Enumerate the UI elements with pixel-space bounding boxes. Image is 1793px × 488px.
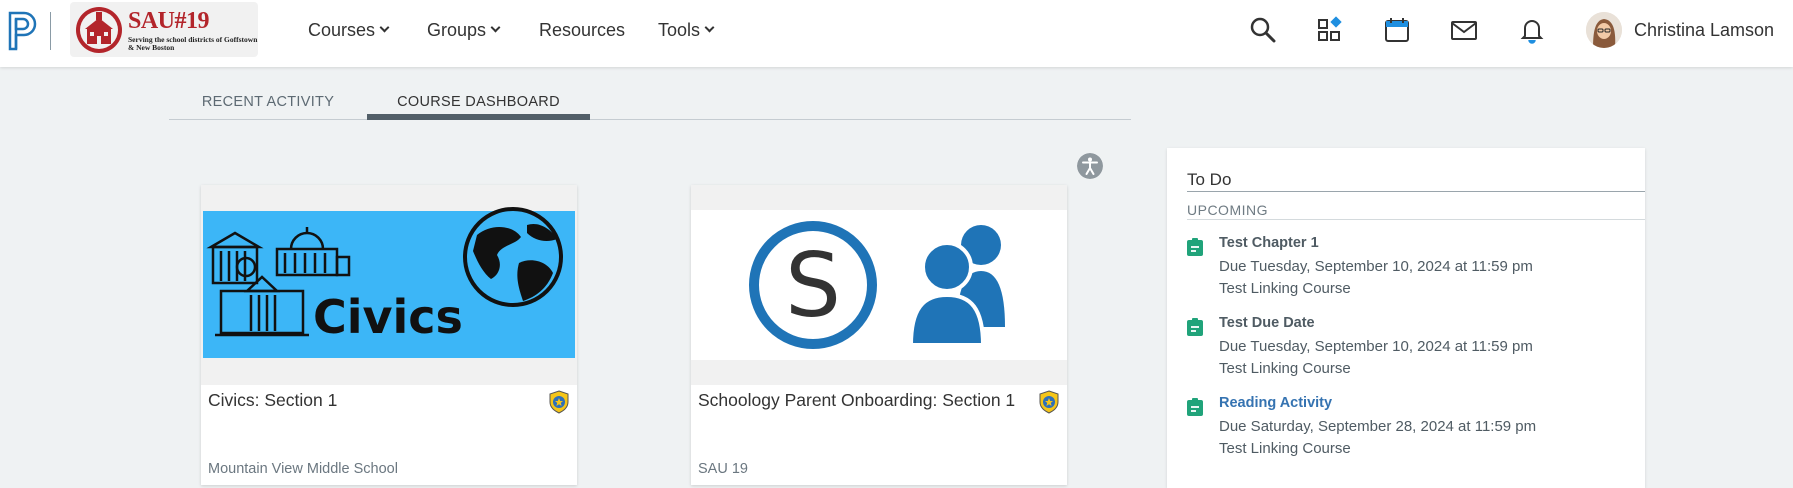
nav-resources-label: Resources [539,19,626,40]
course-title[interactable]: Schoology Parent Onboarding: Section 1 [698,390,1015,411]
school-logo-title: SAU#19 [128,8,210,34]
verified-badge-icon [1039,390,1059,414]
schoology-course-image: S [691,210,1067,360]
course-school: Mountain View Middle School [208,461,398,477]
divider [1187,191,1645,192]
course-card-civics[interactable]: Civics Civics: Section 1 Mountain View M… [201,185,577,485]
user-avatar-icon [1586,12,1622,48]
tab-course-dashboard-label: COURSE DASHBOARD [397,94,560,110]
schoology-s-letter: S [785,234,841,337]
assignment-icon [1187,318,1203,336]
nav-tools[interactable]: Tools [658,0,715,60]
school-logo-subtitle: Serving the school districts of Goffstow… [128,35,258,52]
bell-icon[interactable] [1517,15,1547,45]
nav-groups-label: Groups [427,19,487,40]
calendar-icon[interactable] [1382,15,1412,45]
school-logo[interactable]: SAU#19 Serving the school districts of G… [70,2,258,57]
todo-item-due: Due Saturday, September 28, 2024 at 11:5… [1219,418,1537,435]
search-icon[interactable] [1248,15,1278,45]
todo-item-course: Test Linking Course [1219,440,1351,457]
powerschool-logo[interactable] [6,11,38,51]
course-image: S [691,185,1067,385]
todo-item-due: Due Tuesday, September 10, 2024 at 11:59… [1219,258,1533,275]
dashboard-tabs: RECENT ACTIVITY COURSE DASHBOARD [169,84,1131,120]
nav-courses[interactable]: Courses [308,0,390,60]
civics-image-text: Civics [313,290,463,344]
tab-recent-activity-label: RECENT ACTIVITY [201,94,335,110]
course-title[interactable]: Civics: Section 1 [208,390,337,411]
divider [1187,219,1645,220]
chevron-down-icon [704,22,715,33]
chevron-down-icon [379,22,390,33]
todo-title: To Do [1187,170,1232,189]
nav-tools-label: Tools [658,19,701,40]
course-card-parent-onboarding[interactable]: S Schoology Parent Onboarding: Section 1… [691,185,1067,485]
active-tab-indicator [367,114,590,120]
mail-icon[interactable] [1449,15,1479,45]
todo-item-due: Due Tuesday, September 10, 2024 at 11:59… [1219,338,1533,355]
nav-courses-label: Courses [308,19,376,40]
assignment-icon [1187,398,1203,416]
nav-groups[interactable]: Groups [427,0,501,60]
user-name: Christina Lamson [1634,19,1775,40]
logo-divider [50,12,51,50]
assignment-icon [1187,238,1203,256]
top-header: SAU#19 Serving the school districts of G… [0,0,1793,67]
civics-course-image: Civics [203,207,575,358]
chevron-down-icon [490,22,501,33]
course-school: SAU 19 [698,461,748,477]
apps-icon[interactable] [1315,15,1345,45]
todo-item-name[interactable]: Test Due Date [1219,315,1315,331]
todo-panel: To Do UPCOMING Test Chapter 1 Due Tuesda… [1167,148,1645,488]
todo-section-label: UPCOMING [1187,202,1268,218]
todo-item-name[interactable]: Test Chapter 1 [1219,235,1319,251]
todo-item-course: Test Linking Course [1219,360,1351,377]
verified-badge-icon [549,390,569,414]
todo-item-name-link[interactable]: Reading Activity [1219,395,1332,411]
avatar[interactable] [1586,12,1622,48]
schoolhouse-icon [76,7,122,53]
user-menu[interactable]: Christina Lamson [1634,0,1774,60]
nav-resources[interactable]: Resources [539,0,625,60]
course-image: Civics [201,185,577,385]
accessibility-icon[interactable] [1077,153,1103,179]
todo-item-course: Test Linking Course [1219,280,1351,297]
tab-recent-activity[interactable]: RECENT ACTIVITY [169,84,367,120]
